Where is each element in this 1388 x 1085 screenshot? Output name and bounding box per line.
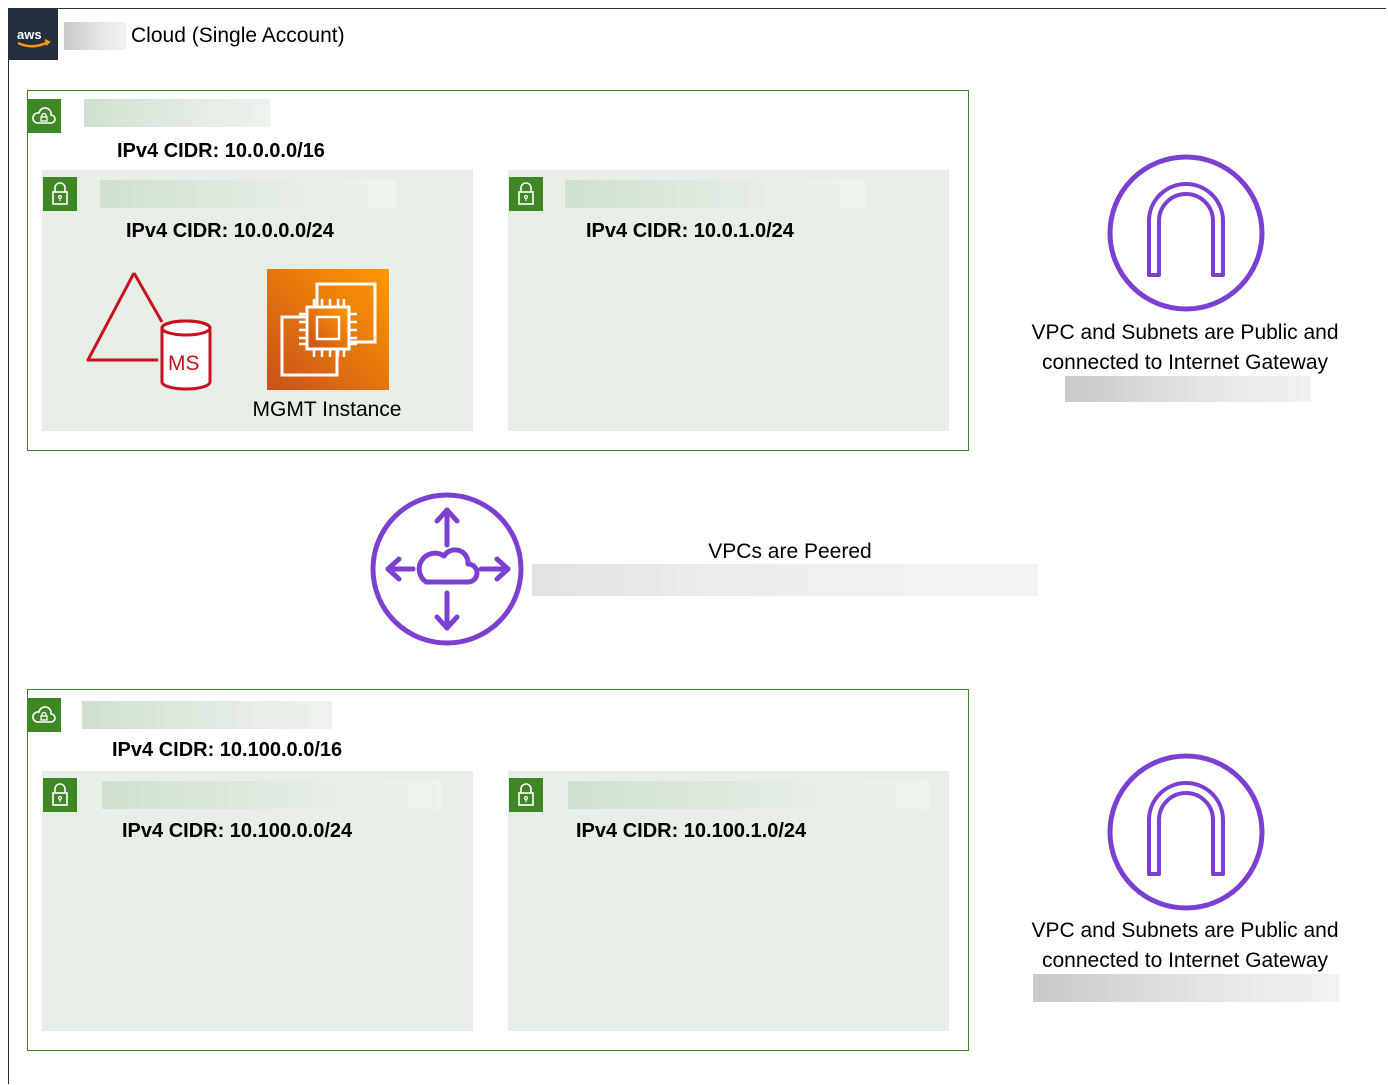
redacted-text: [532, 564, 1038, 596]
redacted-subnet-name: [102, 781, 442, 809]
redacted-subnet-name: [565, 180, 865, 208]
subnet-1a-cidr: IPv4 CIDR: 10.0.0.0/24: [126, 220, 334, 242]
redacted-vpc-name: [84, 99, 270, 127]
peering-router-icon: [368, 490, 526, 648]
gateway-note-line: VPC and Subnets are Public and: [1031, 321, 1339, 344]
vpc-cloud-lock-icon: [27, 698, 61, 732]
redacted-vpc-name: [82, 701, 332, 729]
account-title: Cloud (Single Account): [131, 24, 345, 47]
rds-sqlserver-icon: MS: [86, 270, 216, 392]
vpc-1-cidr: IPv4 CIDR: 10.0.0.0/16: [117, 140, 325, 162]
gateway-note-line: VPC and Subnets are Public and: [1031, 919, 1339, 942]
gateway-note-1: VPC and Subnets are Public and connected…: [985, 318, 1385, 378]
vpc-2-cidr: IPv4 CIDR: 10.100.0.0/16: [112, 739, 343, 761]
subnet-1b-cidr: IPv4 CIDR: 10.0.1.0/24: [586, 220, 794, 242]
redacted-subnet-name: [100, 180, 396, 208]
internet-gateway-icon: [1106, 752, 1266, 912]
subnet-1b: [508, 170, 949, 431]
internet-gateway-icon: [1106, 153, 1266, 313]
svg-text:aws: aws: [17, 27, 42, 42]
subnet-lock-icon: [43, 177, 77, 211]
subnet-lock-icon: [509, 177, 543, 211]
subnet-2b-cidr: IPv4 CIDR: 10.100.1.0/24: [576, 820, 807, 842]
redacted-text: [1065, 376, 1311, 402]
subnet-lock-icon: [509, 778, 543, 812]
subnet-2b: [508, 771, 949, 1031]
redacted-text: [64, 22, 126, 50]
redacted-text: [1033, 974, 1339, 1002]
svg-text:MS: MS: [168, 352, 200, 375]
vpc-cloud-lock-icon: [27, 99, 61, 133]
gateway-note-line: connected to Internet Gateway: [1041, 351, 1328, 374]
subnet-2a-cidr: IPv4 CIDR: 10.100.0.0/24: [122, 820, 353, 842]
gateway-note-line: connected to Internet Gateway: [1041, 949, 1328, 972]
redacted-subnet-name: [568, 781, 930, 809]
aws-logo-icon: aws: [8, 8, 58, 60]
instance-label: MGMT Instance: [252, 398, 402, 421]
subnet-2a: [42, 771, 473, 1031]
gateway-note-2: VPC and Subnets are Public and connected…: [985, 916, 1385, 976]
peering-label: VPCs are Peered: [708, 540, 872, 563]
ec2-instance-icon: [267, 269, 389, 390]
subnet-lock-icon: [43, 778, 77, 812]
